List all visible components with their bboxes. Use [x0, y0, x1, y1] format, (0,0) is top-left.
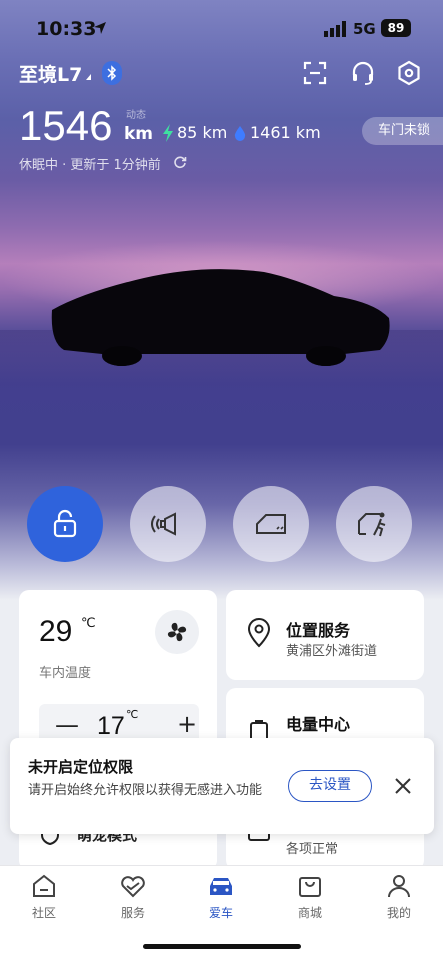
heart-hand-icon	[121, 876, 145, 898]
tab-label: 社区	[31, 906, 56, 920]
location-card-subtitle: 黄浦区外滩街道	[286, 644, 378, 659]
toast-body: 请开启始终允许权限以获得无感进入功能	[28, 783, 263, 798]
location-pin-icon	[247, 618, 271, 648]
tab-label: 商城	[297, 906, 322, 920]
lock-button[interactable]	[27, 486, 103, 562]
car-silhouette	[51, 269, 390, 366]
tab-label: 爱车	[208, 906, 233, 920]
fan-icon	[167, 622, 187, 642]
temp-minus-button[interactable]: —	[55, 711, 79, 739]
network-type: 5G	[353, 20, 376, 38]
cabin-temp-unit: ℃	[81, 616, 96, 631]
cabin-temp-label: 车内温度	[39, 666, 92, 681]
close-icon[interactable]	[392, 775, 414, 797]
refresh-icon[interactable]	[173, 155, 187, 169]
battery-icon: 89	[381, 19, 411, 37]
window-button[interactable]	[233, 486, 309, 562]
person-icon	[388, 875, 410, 898]
set-temp-value: 17	[97, 712, 125, 740]
range-tag: 动态	[126, 110, 146, 121]
tab-service[interactable]: 服务	[103, 872, 163, 921]
home-indicator[interactable]	[143, 944, 301, 949]
tab-community[interactable]: 社区	[14, 872, 74, 921]
toast-title: 未开启定位权限	[28, 758, 134, 776]
home-icon	[33, 874, 55, 897]
location-card[interactable]: 位置服务 黄浦区外滩街道	[226, 590, 424, 680]
range-unit: km	[124, 124, 154, 144]
tab-label: 我的	[386, 906, 411, 920]
go-settings-button[interactable]: 去设置	[288, 770, 372, 802]
location-permission-toast: 未开启定位权限 请开启始终允许权限以获得无感进入功能 去设置	[10, 738, 434, 834]
sleep-status: 休眠中 · 更新于 1分钟前	[19, 158, 161, 173]
vehicle-status-subtitle: 各项正常	[286, 842, 339, 857]
tab-mall[interactable]: 商城	[280, 872, 340, 921]
tab-label: 服务	[120, 906, 145, 920]
temp-plus-button[interactable]: +	[177, 710, 197, 738]
cabin-temp: 29	[39, 615, 73, 648]
signal-icon	[324, 21, 346, 37]
fan-button[interactable]	[155, 610, 199, 654]
car-name[interactable]: 至境L7	[19, 60, 82, 87]
set-temp-unit: ℃	[126, 708, 139, 721]
trunk-person-icon	[358, 512, 386, 537]
lock-icon	[53, 509, 77, 538]
tab-profile[interactable]: 我的	[369, 872, 429, 921]
location-arrow-icon	[94, 22, 106, 34]
fuel-drop-icon	[234, 126, 246, 141]
location-card-title: 位置服务	[286, 621, 351, 640]
status-bar: 10:33 5G 89	[0, 0, 443, 58]
window-icon	[256, 514, 286, 534]
ev-range: 85 km	[177, 123, 228, 142]
headset-icon[interactable]	[350, 60, 376, 86]
bag-icon	[299, 877, 321, 897]
trunk-button[interactable]	[336, 486, 412, 562]
car-select-caret-icon[interactable]	[86, 74, 91, 80]
car-icon	[210, 878, 232, 895]
bluetooth-icon[interactable]	[102, 61, 122, 85]
energy-card-title: 电量中心	[286, 715, 351, 734]
electric-bolt-icon	[163, 124, 173, 142]
tab-my-car[interactable]: 爱车	[191, 872, 251, 921]
horn-icon	[151, 512, 176, 536]
horn-button[interactable]	[130, 486, 206, 562]
settings-icon[interactable]	[396, 60, 422, 86]
door-status-badge[interactable]: 车门未锁	[362, 117, 443, 145]
scan-icon[interactable]	[302, 60, 328, 86]
fuel-range: 1461 km	[250, 123, 321, 142]
status-time: 10:33	[36, 18, 97, 40]
total-range: 1546	[19, 102, 113, 149]
